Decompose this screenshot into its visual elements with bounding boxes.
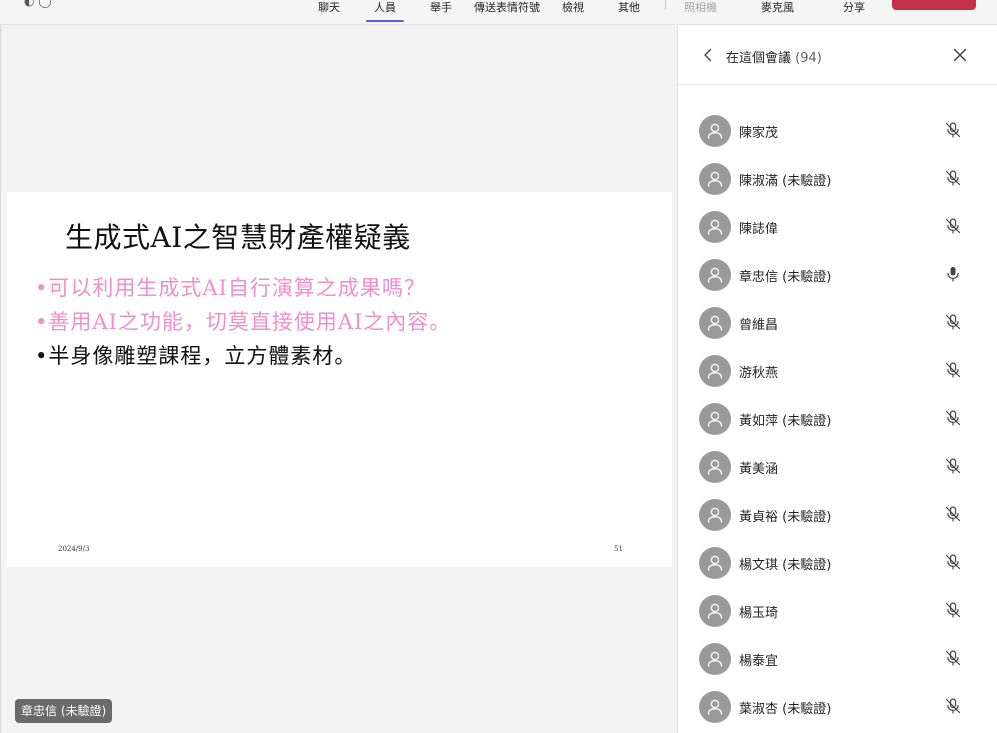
- participant-name: 楊泰宜: [739, 654, 779, 669]
- participant-row[interactable]: 楊泰宜: [678, 634, 997, 682]
- more-button[interactable]: 其他: [618, 0, 640, 22]
- avatar: [699, 211, 731, 243]
- avatar: [699, 163, 731, 195]
- slide-date: 2024/9/3: [58, 545, 90, 553]
- participant-row[interactable]: 楊文琪 (未驗證): [678, 538, 997, 586]
- panel-title-text: 在這個會議: [726, 51, 792, 66]
- avatar: [699, 451, 731, 483]
- person-icon: [707, 219, 723, 235]
- avatar: [699, 595, 731, 627]
- raise-hand-button[interactable]: 舉手: [430, 0, 452, 22]
- participant-row[interactable]: 章忠信 (未驗證): [678, 250, 997, 298]
- person-icon: [707, 267, 723, 283]
- send-reaction-button[interactable]: 傳送表情符號: [474, 0, 540, 22]
- avatar: [699, 691, 731, 723]
- people-button[interactable]: 人員: [366, 0, 404, 22]
- chat-button[interactable]: 聊天: [318, 0, 340, 22]
- microphone-off-icon: [944, 649, 962, 667]
- camera-button[interactable]: 照相機: [684, 0, 717, 22]
- shared-slide: 生成式AI之智慧財產權疑義 •可以利用生成式AI自行演算之成果嗎？ •善用AI之…: [7, 192, 672, 567]
- participant-row[interactable]: 游秋燕: [678, 346, 997, 394]
- microphone-button[interactable]: 麥克風: [761, 0, 794, 22]
- person-icon: [707, 555, 723, 571]
- participant-row[interactable]: 陳淑滿 (未驗證): [678, 154, 997, 202]
- participant-name: 章忠信 (未驗證): [739, 270, 832, 285]
- window-controls-icon[interactable]: ◐ ◯: [24, 0, 52, 8]
- slide-bullet: •善用AI之功能，切莫直接使用AI之內容。: [35, 310, 452, 334]
- microphone-off-icon: [944, 313, 962, 331]
- microphone-off-icon: [944, 601, 962, 619]
- participant-row[interactable]: 黃美涵: [678, 442, 997, 490]
- person-icon: [707, 171, 723, 187]
- microphone-off-icon: [944, 505, 962, 523]
- microphone-off-icon: [944, 217, 962, 235]
- slide-bullet: •可以利用生成式AI自行演算之成果嗎？: [35, 276, 426, 300]
- participant-name: 陳家茂: [739, 126, 779, 141]
- participant-name: 楊玉琦: [739, 606, 779, 621]
- slide-bullet: •半身像雕塑課程，立方體素材。: [35, 344, 357, 368]
- microphone-off-icon: [944, 697, 962, 715]
- participant-name: 陳淑滿 (未驗證): [739, 174, 832, 189]
- participant-name: 曾維昌: [739, 318, 779, 333]
- avatar: [699, 115, 731, 147]
- participant-row[interactable]: 葉淑杏 (未驗證): [678, 682, 997, 730]
- person-icon: [707, 363, 723, 379]
- microphone-off-icon: [944, 553, 962, 571]
- participant-name: 游秋燕: [739, 366, 779, 381]
- microphone-icon: [944, 265, 962, 283]
- participant-row[interactable]: 黃貞裕 (未驗證): [678, 490, 997, 538]
- participant-row[interactable]: 陳家茂: [678, 106, 997, 154]
- participant-list: 陳家茂 陳淑滿 (未驗證) 陳誌偉 章忠信 (未驗證) 曾維昌 游秋燕 黃如萍 …: [678, 106, 997, 730]
- leave-button[interactable]: [892, 0, 976, 10]
- view-button[interactable]: 檢視: [562, 0, 584, 22]
- person-icon: [707, 459, 723, 475]
- participant-row[interactable]: 楊玉琦: [678, 586, 997, 634]
- avatar: [699, 259, 731, 291]
- avatar: [699, 403, 731, 435]
- meeting-stage: 生成式AI之智慧財產權疑義 •可以利用生成式AI自行演算之成果嗎？ •善用AI之…: [0, 25, 677, 733]
- slide-title: 生成式AI之智慧財產權疑義: [65, 221, 411, 254]
- participant-row[interactable]: 陳誌偉: [678, 202, 997, 250]
- panel-header: 在這個會議 (94): [678, 25, 997, 85]
- microphone-off-icon: [944, 361, 962, 379]
- participant-count: (94): [795, 51, 822, 66]
- participant-name: 黃如萍 (未驗證): [739, 414, 832, 429]
- person-icon: [707, 699, 723, 715]
- participant-name: 楊文琪 (未驗證): [739, 558, 832, 573]
- toolbar-divider: [665, 0, 666, 10]
- person-icon: [707, 603, 723, 619]
- microphone-off-icon: [944, 457, 962, 475]
- avatar: [699, 499, 731, 531]
- close-icon[interactable]: [950, 45, 970, 65]
- microphone-off-icon: [944, 169, 962, 187]
- person-icon: [707, 507, 723, 523]
- meeting-toolbar: ◐ ◯ 聊天 人員 舉手 傳送表情符號 檢視 其他 照相機 麥克風 分享: [0, 0, 997, 25]
- avatar: [699, 307, 731, 339]
- microphone-off-icon: [944, 121, 962, 139]
- participant-row[interactable]: 曾維昌: [678, 298, 997, 346]
- avatar: [699, 547, 731, 579]
- participant-name: 葉淑杏 (未驗證): [739, 702, 832, 717]
- share-button[interactable]: 分享: [843, 0, 865, 22]
- avatar: [699, 643, 731, 675]
- avatar: [699, 355, 731, 387]
- person-icon: [707, 651, 723, 667]
- participant-name: 黃美涵: [739, 462, 779, 477]
- participant-name: 陳誌偉: [739, 222, 779, 237]
- person-icon: [707, 315, 723, 331]
- microphone-off-icon: [944, 409, 962, 427]
- person-icon: [707, 123, 723, 139]
- participant-name: 黃貞裕 (未驗證): [739, 510, 832, 525]
- person-icon: [707, 411, 723, 427]
- chevron-left-icon[interactable]: [698, 45, 718, 65]
- speaker-name-tag: 章忠信 (未驗證): [15, 699, 113, 723]
- slide-page-number: 51: [614, 545, 623, 553]
- panel-title: 在這個會議 (94): [726, 47, 822, 66]
- participant-row[interactable]: 黃如萍 (未驗證): [678, 394, 997, 442]
- people-panel: 在這個會議 (94) 陳家茂 陳淑滿 (未驗證) 陳誌偉 章忠信 (未驗證) 曾…: [677, 25, 997, 733]
